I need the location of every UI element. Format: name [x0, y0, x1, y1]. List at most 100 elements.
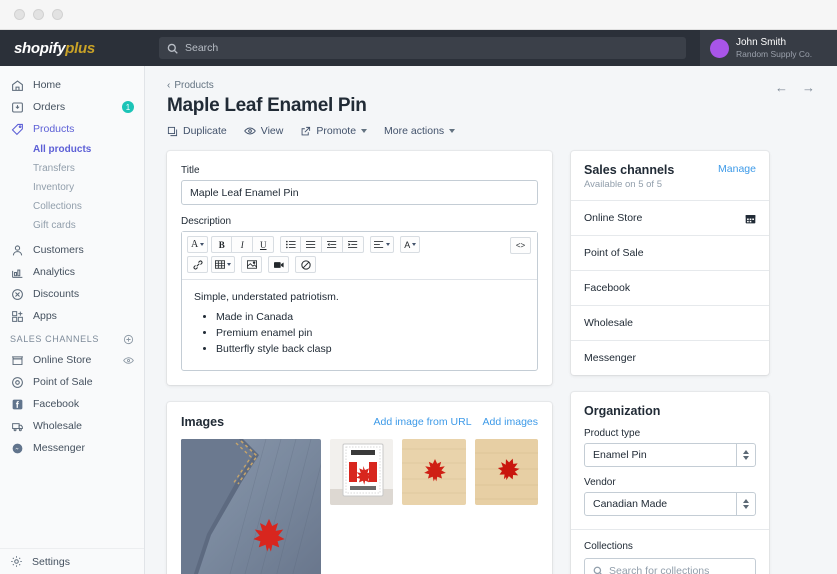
sidebar-channel-label: Point of Sale	[33, 376, 93, 388]
user-name: John Smith	[736, 36, 787, 48]
sidebar-item-products[interactable]: Products	[0, 118, 144, 140]
breadcrumb[interactable]: ‹ Products	[167, 80, 815, 91]
chevron-down-icon	[412, 243, 417, 246]
indent-button[interactable]	[343, 236, 365, 253]
user-menu[interactable]: John Smith Random Supply Co.	[700, 30, 837, 66]
table-button[interactable]	[211, 256, 235, 273]
search-input[interactable]: Search	[159, 37, 686, 59]
action-label: Promote	[316, 125, 357, 137]
sidebar-item-home[interactable]: Home	[0, 74, 144, 96]
add-image-from-url-link[interactable]: Add image from URL	[374, 416, 472, 428]
next-product-arrow[interactable]: →	[802, 80, 815, 95]
sidebar-subitem-label: All products	[33, 144, 92, 155]
channel-row-facebook[interactable]: Facebook	[571, 270, 769, 305]
underline-button[interactable]: U	[253, 236, 275, 253]
sidebar-channel-label: Messenger	[33, 442, 85, 454]
code-view-button[interactable]: <>	[510, 237, 531, 254]
sidebar-channel-point-of-sale[interactable]: Point of Sale	[0, 371, 144, 393]
chevron-down-icon	[227, 263, 231, 266]
sidebar-item-label: Home	[33, 79, 62, 91]
manage-channels-link[interactable]: Manage	[718, 163, 756, 175]
calendar-icon[interactable]	[745, 213, 756, 224]
sidebar-channel-label: Wholesale	[33, 420, 83, 432]
sidebar-channel-online-store[interactable]: Online Store	[0, 349, 144, 371]
promote-button[interactable]: Promote	[300, 125, 368, 137]
view-button[interactable]: View	[243, 125, 283, 137]
channel-row-messenger[interactable]: Messenger	[571, 340, 769, 375]
bold-button[interactable]: B	[211, 236, 233, 253]
sales-channels-availability: Available on 5 of 5	[584, 179, 662, 190]
italic-glyph: I	[240, 239, 244, 250]
previous-product-arrow[interactable]: ←	[775, 80, 788, 95]
sales-channels-title: SALES CHANNELS	[10, 334, 99, 344]
product-image-flag-packaging-card[interactable]	[329, 439, 393, 505]
sidebar-channel-facebook[interactable]: Facebook	[0, 393, 144, 415]
italic-button[interactable]: I	[232, 236, 254, 253]
sidebar-channel-messenger[interactable]: Messenger	[0, 437, 144, 459]
user-company: Random Supply Co.	[736, 48, 813, 59]
title-field-label: Title	[181, 165, 200, 176]
window-minimize-dot[interactable]	[33, 9, 44, 20]
sidebar-item-customers[interactable]: Customers	[0, 239, 144, 261]
product-type-select[interactable]: Enamel Pin	[584, 443, 756, 467]
sidebar-item-label: Customers	[33, 244, 84, 256]
sidebar-item-analytics[interactable]: Analytics	[0, 261, 144, 283]
font-family-button[interactable]: A	[187, 236, 209, 253]
description-bullet-list: Made in Canada Premium enamel pin Butter…	[216, 310, 525, 356]
channel-row-point-of-sale[interactable]: Point of Sale	[571, 235, 769, 270]
add-sales-channel-icon[interactable]	[123, 334, 134, 345]
ordered-list-button[interactable]	[301, 236, 323, 253]
sidebar-subitem-collections[interactable]: Collections	[0, 197, 144, 216]
collections-label: Collections	[584, 541, 633, 552]
home-icon	[10, 78, 24, 92]
vendor-value: Canadian Made	[593, 498, 668, 510]
channel-label: Facebook	[584, 282, 631, 294]
outdent-button[interactable]	[322, 236, 344, 253]
product-type-value: Enamel Pin	[593, 449, 647, 461]
chevron-down-icon	[386, 243, 391, 246]
shopify-plus-logo[interactable]: shopifyplus	[0, 40, 145, 57]
text-color-button[interactable]: A	[400, 236, 421, 253]
collections-search-input[interactable]: Search for collections	[584, 558, 756, 574]
sidebar-subitem-label: Collections	[33, 201, 82, 212]
sidebar-item-settings[interactable]: Settings	[0, 548, 144, 574]
add-images-link[interactable]: Add images	[483, 416, 538, 428]
sidebar-channel-wholesale[interactable]: Wholesale	[0, 415, 144, 437]
description-body[interactable]: Simple, understated patriotism. Made in …	[182, 280, 537, 370]
insert-video-button[interactable]	[268, 256, 289, 273]
link-button[interactable]	[187, 256, 208, 273]
discount-icon	[10, 287, 24, 301]
window-close-dot[interactable]	[14, 9, 25, 20]
title-input[interactable]: Maple Leaf Enamel Pin	[181, 180, 538, 205]
clear-formatting-button[interactable]	[295, 256, 316, 273]
description-editor[interactable]: A B I U A <> Simple, understated patriot…	[181, 231, 538, 371]
channel-row-online-store[interactable]: Online Store	[571, 200, 769, 235]
more-actions-button[interactable]: More actions	[384, 125, 456, 137]
bullet-list-button[interactable]	[280, 236, 302, 253]
product-image-pin-on-wood-2[interactable]	[474, 439, 538, 505]
insert-image-button[interactable]	[241, 256, 262, 273]
sidebar-subitem-transfers[interactable]: Transfers	[0, 159, 144, 178]
channel-label: Messenger	[584, 352, 636, 364]
sales-channels-card: Sales channels Available on 5 of 5 Manag…	[571, 151, 769, 375]
duplicate-button[interactable]: Duplicate	[167, 125, 227, 137]
preview-store-eye-icon[interactable]	[123, 355, 134, 366]
channel-row-wholesale[interactable]: Wholesale	[571, 305, 769, 340]
sidebar-subitem-all-products[interactable]: All products	[0, 140, 144, 159]
sidebar-subitem-gift-cards[interactable]: Gift cards	[0, 216, 144, 235]
sidebar-item-apps[interactable]: Apps	[0, 305, 144, 327]
search-icon	[593, 566, 603, 574]
main-content: ← → ‹ Products Maple Leaf Enamel Pin Dup…	[145, 66, 837, 574]
images-card-title: Images	[181, 415, 225, 429]
product-image-pin-on-wood-1[interactable]	[402, 439, 466, 505]
align-button[interactable]	[370, 236, 395, 253]
description-bullet: Premium enamel pin	[216, 326, 525, 340]
gear-icon	[10, 555, 23, 568]
sidebar-subitem-inventory[interactable]: Inventory	[0, 178, 144, 197]
sidebar-item-orders[interactable]: Orders 1	[0, 96, 144, 118]
window-maximize-dot[interactable]	[52, 9, 63, 20]
vendor-select[interactable]: Canadian Made	[584, 492, 756, 516]
analytics-icon	[10, 265, 24, 279]
product-image-denim-jacket-pin[interactable]	[181, 439, 321, 574]
sidebar-item-discounts[interactable]: Discounts	[0, 283, 144, 305]
